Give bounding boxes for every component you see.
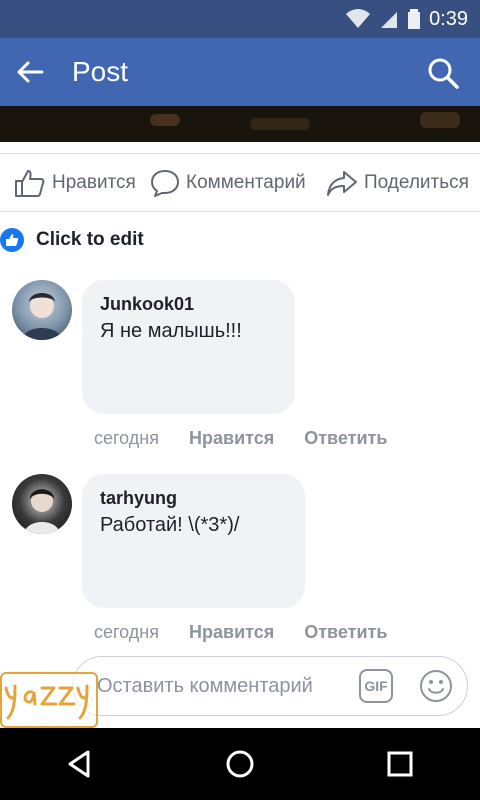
nav-back-icon[interactable] [64,748,96,780]
share-button[interactable]: Поделиться [326,169,469,197]
like-button[interactable]: Нравится [14,168,136,198]
share-icon [327,171,357,196]
nav-home-icon[interactable] [224,748,256,780]
comment-like-button[interactable]: Нравится [189,428,274,449]
comment-text: Я не малышь!!! [100,320,242,342]
system-nav-bar [0,728,480,800]
like-badge-icon [0,228,24,252]
comment-button[interactable]: Комментарий [150,169,306,197]
signal-icon [381,12,398,28]
reactions-label: Click to edit [36,229,144,250]
comment-like-button[interactable]: Нравится [189,622,274,643]
comment-meta: сегодня Нравится Ответить [94,428,387,449]
status-time: 0:39 [429,7,468,30]
avatar[interactable] [12,474,72,534]
back-arrow-icon[interactable] [14,56,46,88]
gif-icon[interactable]: GIF [359,669,393,703]
comment-bubble[interactable]: tarhyung Работай! \(*3*)/ [82,474,305,608]
post-image[interactable] [0,106,480,142]
comment-author[interactable]: Junkook01 [100,294,194,315]
like-label: Нравится [52,172,136,193]
comment-icon [151,170,179,197]
page-title: Post [72,56,129,87]
nav-recents-icon[interactable] [384,748,416,780]
comment-input-placeholder[interactable]: Оставить комментарий [97,675,313,698]
like-icon [15,170,45,197]
comment-text: Работай! \(*3*)/ [100,514,240,536]
avatar[interactable] [12,280,72,340]
app-bar: Post [0,38,480,106]
comment-time: сегодня [94,428,159,448]
watermark [0,672,98,728]
image-detail [150,114,180,126]
comment-bubble[interactable]: Junkook01 Я не малышь!!! [82,280,295,414]
search-icon[interactable] [426,56,460,90]
emoji-icon[interactable] [419,669,453,703]
share-label: Поделиться [364,172,469,193]
comment-composer[interactable]: Оставить комментарий GIF [72,656,468,716]
comment-time: сегодня [94,622,159,642]
image-detail [420,112,460,128]
comment-label: Комментарий [186,172,306,193]
divider [0,211,480,212]
battery-icon [408,9,421,29]
image-detail [250,118,310,130]
divider [0,153,480,154]
comment-meta: сегодня Нравится Ответить [94,622,387,643]
comment-reply-button[interactable]: Ответить [304,622,387,643]
wifi-icon [346,9,371,28]
comment-reply-button[interactable]: Ответить [304,428,387,449]
comment-author[interactable]: tarhyung [100,488,177,509]
post-actions: Нравится Комментарий Поделиться [0,158,480,208]
status-bar: 0:39 [0,0,480,38]
reactions-summary[interactable]: Click to edit [0,228,144,252]
